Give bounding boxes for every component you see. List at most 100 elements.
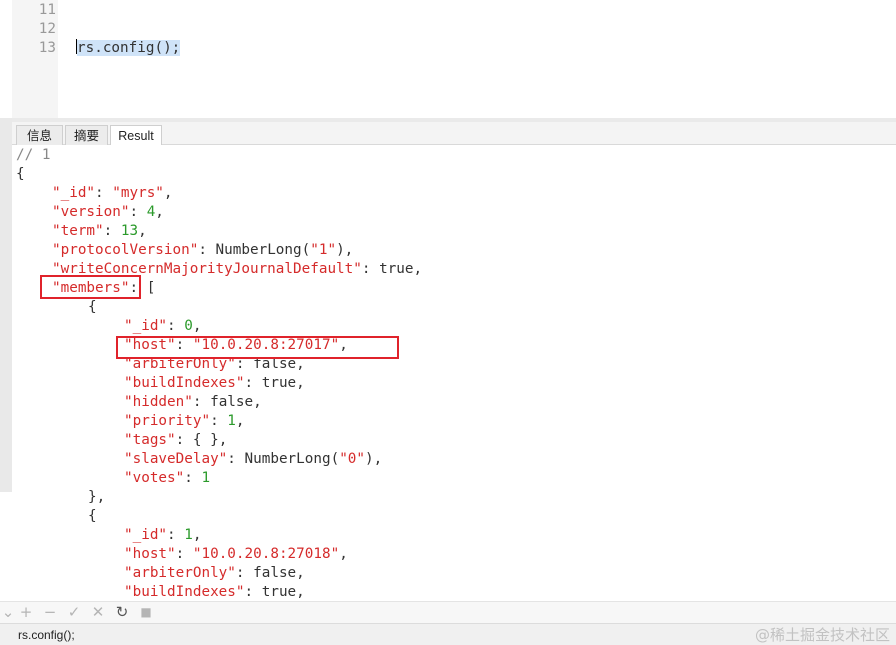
refresh-icon[interactable]: ↻ [114, 604, 130, 620]
json-separator: : [95, 185, 113, 201]
json-value: 1 [201, 470, 211, 486]
json-value: NumberLong( [215, 242, 311, 258]
selected-code[interactable]: rs.config(); [77, 40, 181, 56]
json-value: 1 [184, 527, 193, 543]
json-key: "protocolVersion" [52, 242, 199, 258]
json-punct: , [218, 432, 228, 448]
json-separator: : [244, 375, 262, 391]
json-key: "_id" [52, 185, 96, 201]
result-line: "arbiterOnly": false, [124, 564, 305, 583]
json-key: "term" [52, 223, 104, 239]
line-number: 12 [38, 21, 56, 37]
brace: { [88, 299, 97, 315]
json-key: "buildIndexes" [124, 375, 245, 391]
result-line: "buildIndexes": true, [124, 583, 305, 601]
line-number: 11 [38, 2, 56, 18]
result-line: // 1 [16, 146, 50, 165]
result-line: { [88, 507, 97, 526]
json-value: { } [192, 432, 219, 448]
brace: }, [88, 489, 106, 505]
host-highlight-box [116, 336, 399, 359]
json-separator: : [244, 584, 262, 600]
line-number: 13 [38, 40, 56, 56]
status-bar: rs.config(); @稀土掘金技术社区 [0, 623, 896, 645]
editor-text-area[interactable]: rs.config(); [60, 0, 896, 118]
json-separator: : [192, 394, 211, 410]
stop-icon[interactable]: ■ [138, 604, 154, 620]
result-line: "hidden": false, [124, 393, 262, 412]
json-value: NumberLong( [244, 451, 340, 467]
watermark: @稀土掘金技术社区 [754, 626, 890, 644]
line-number-gutter: 11 12 13 [12, 0, 58, 118]
result-line: "votes": 1 [124, 469, 210, 488]
json-punct: , [253, 394, 262, 410]
json-punct: , [138, 223, 147, 239]
code-line-13[interactable]: rs.config(); [76, 39, 181, 58]
json-separator: : [129, 204, 147, 220]
chevron-down-icon[interactable]: ⌄ [0, 604, 16, 620]
json-punct: ), [336, 242, 354, 258]
left-scroll-strip[interactable] [0, 118, 12, 492]
json-value: 13 [120, 223, 139, 239]
result-line: "_id": 1, [124, 526, 201, 545]
json-value: [ [146, 280, 156, 296]
brace: { [88, 508, 97, 524]
json-value: 4 [146, 204, 156, 220]
json-punct: , [296, 584, 305, 600]
json-punct: , [163, 185, 173, 201]
result-tab-bar: 信息 摘要 Result [12, 118, 896, 149]
json-separator: : [235, 565, 254, 581]
json-value: 1 [227, 413, 236, 429]
json-punct: , [296, 565, 305, 581]
result-json-view[interactable]: // 1{"_id": "myrs", "version": 4, "term": … [12, 145, 896, 601]
sql-editor[interactable]: 11 12 13 rs.config(); [0, 0, 896, 118]
json-punct: , [296, 375, 305, 391]
plus-icon[interactable]: + [18, 604, 34, 620]
json-punct: , [235, 413, 245, 429]
json-value: false [210, 394, 254, 410]
minus-icon[interactable]: − [42, 604, 58, 620]
result-line: { [16, 165, 25, 184]
json-key: "_id" [124, 318, 168, 334]
json-key: "votes" [124, 470, 185, 486]
json-separator: : [227, 451, 245, 467]
tab-info[interactable]: 信息 [16, 125, 63, 147]
json-key: "hidden" [124, 394, 193, 410]
result-line: "priority": 1, [124, 412, 245, 431]
result-line: "slaveDelay": NumberLong("0"), [124, 450, 382, 469]
json-separator: : [167, 527, 185, 543]
json-key: "tags" [124, 432, 176, 448]
json-separator: : [210, 413, 228, 429]
json-separator: : [175, 432, 193, 448]
json-value: false [253, 565, 297, 581]
json-separator: : [103, 223, 121, 239]
json-key: "slaveDelay" [124, 451, 228, 467]
check-icon[interactable]: ✓ [66, 604, 82, 620]
result-line: "host": "10.0.20.8:27018", [124, 545, 348, 564]
json-punct: , [192, 527, 202, 543]
json-value-arg: "1" [310, 242, 337, 258]
json-key: "version" [52, 204, 130, 220]
result-line: "_id": "myrs", [52, 184, 173, 203]
json-value: true [379, 261, 414, 277]
json-value: 0 [184, 318, 193, 334]
json-value-arg: "0" [339, 451, 366, 467]
comment-text: // 1 [16, 147, 51, 163]
json-separator: : [184, 470, 202, 486]
json-punct: , [413, 261, 423, 277]
brace: { [16, 166, 25, 182]
json-punct: , [155, 204, 164, 220]
result-line: "buildIndexes": true, [124, 374, 305, 393]
json-punct: , [339, 546, 348, 562]
json-key: "buildIndexes" [124, 584, 245, 600]
tab-summary[interactable]: 摘要 [65, 125, 108, 147]
result-line: { [88, 298, 97, 317]
members-highlight-box [40, 275, 141, 299]
result-toolbar: ⌄ + − ✓ ✕ ↻ ■ [0, 601, 896, 623]
result-line: "version": 4, [52, 203, 164, 222]
close-icon[interactable]: ✕ [90, 604, 106, 620]
json-separator: : [175, 546, 193, 562]
json-separator: : [361, 261, 380, 277]
json-punct: , [192, 318, 202, 334]
result-line: "tags": { }, [124, 431, 227, 450]
